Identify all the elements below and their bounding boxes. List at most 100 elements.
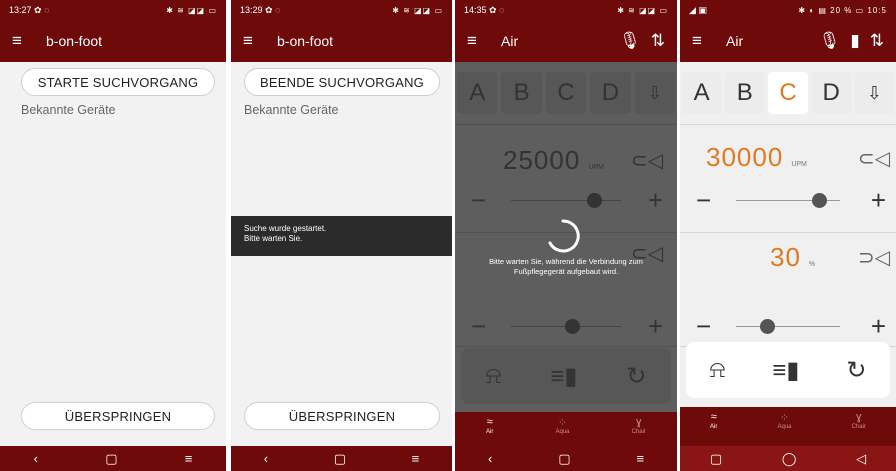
program-a[interactable]: A <box>682 72 722 114</box>
program-d[interactable]: D <box>811 72 851 114</box>
divider <box>455 346 677 347</box>
recent-icon[interactable]: ≡ <box>185 451 193 466</box>
app-bar: ≡ Air 🎙 ⇅ <box>455 20 677 62</box>
app-bar: ≡ Air 🎙 ▮ ⇅ <box>680 20 896 62</box>
plus-icon[interactable]: + <box>648 185 663 215</box>
slider-track[interactable] <box>736 326 840 327</box>
download-icon[interactable]: ⇩ <box>634 72 676 114</box>
bottom-tab-bar: ≈ Air ⁘ Aqua ɣ Chair <box>455 412 677 446</box>
speed-value: 30000 <box>706 142 784 172</box>
program-b[interactable]: B <box>725 72 765 114</box>
slider-knob[interactable] <box>564 319 580 334</box>
tab-air-label: Air <box>486 429 494 435</box>
microphone-icon[interactable]: 🎙 <box>819 31 841 51</box>
screen-4-control: ◢ ▣ ✱ ◐ ▤ 20 % ▭ 10:5 ≡ Air 🎙 ▮ ⇅ A B C … <box>680 0 896 471</box>
air-icon: ≈ <box>486 416 493 428</box>
speed-slider[interactable]: − + <box>680 185 896 215</box>
divider <box>680 232 896 233</box>
recent-icon[interactable]: ≡ <box>412 451 420 466</box>
known-devices-label: Bekannte Geräte <box>244 103 339 117</box>
tab-aqua[interactable]: ⁘ Aqua <box>555 412 569 435</box>
sort-icon[interactable]: ⇅ <box>651 31 665 51</box>
back-icon[interactable]: ‹ <box>264 451 268 466</box>
tab-chair[interactable]: ɣ Chair <box>852 407 866 430</box>
tab-chair[interactable]: ɣ Chair <box>632 412 646 435</box>
program-d[interactable]: D <box>590 72 631 114</box>
app-title: Air <box>501 33 519 49</box>
app-bar: ≡ b-on-foot <box>0 20 226 62</box>
minus-icon[interactable]: − <box>471 185 486 215</box>
back-icon[interactable]: ‹ <box>34 451 38 466</box>
program-c[interactable]: C <box>768 72 808 114</box>
plus-icon[interactable]: + <box>871 311 886 341</box>
screen-3-connecting: 14:35 ✿ ◌ ✱ ≋ ◪◪ ▭ ≡ Air 🎙 ⇅ A B C D ⇩ 2… <box>455 0 677 471</box>
status-icons: ✱ ≋ ◪◪ ▭ <box>166 5 217 15</box>
known-devices-label: Bekannte Geräte <box>21 103 116 117</box>
chair-icon: ɣ <box>856 411 862 423</box>
clock: 14:35 <box>464 4 487 15</box>
rotate-icon[interactable]: ↻ <box>626 362 646 391</box>
slider-knob[interactable] <box>760 319 776 334</box>
program-a[interactable]: A <box>457 72 498 114</box>
status-bar: 13:29 ✿ ◌ ✱ ≋ ◪◪ ▭ <box>231 0 452 20</box>
percent-slider[interactable]: − + <box>680 311 896 341</box>
minus-icon[interactable]: − <box>696 311 711 341</box>
program-c[interactable]: C <box>545 72 587 114</box>
system-nav-bar: ▢ ◯ ◁ <box>680 446 896 471</box>
rotate-icon[interactable]: ↻ <box>846 356 866 385</box>
menu-icon[interactable]: ≡ <box>467 31 489 51</box>
slider-knob[interactable] <box>586 193 602 208</box>
screen-1-device-search: 13:27 ✿ ◌ ✱ ≋ ◪◪ ▭ ≡ b-on-foot STARTE SU… <box>0 0 226 471</box>
battery-icon: ▮ <box>850 31 860 50</box>
app-title: Air <box>726 33 744 49</box>
tool-buttons: ⍾ ≡▮ ↻ <box>461 348 671 404</box>
home-icon[interactable]: ▢ <box>334 451 346 467</box>
plus-icon[interactable]: + <box>871 185 886 215</box>
system-nav-bar: ‹ ▢ ≡ <box>0 446 226 471</box>
lamp-icon[interactable]: ⍾ <box>485 362 501 390</box>
skip-button[interactable]: ÜBERSPRINGEN <box>21 402 215 430</box>
speed-unit: UPM <box>791 161 807 168</box>
tab-air[interactable]: ≈ Air <box>486 412 493 435</box>
back-icon[interactable]: ◁ <box>856 451 866 467</box>
menu-icon[interactable]: ≡ <box>243 31 265 51</box>
tab-aqua[interactable]: ⁘ Aqua <box>777 407 791 430</box>
handpiece-icon: ⊂◁ <box>857 148 890 170</box>
stop-search-button[interactable]: BEENDE SUCHVORGANG <box>244 68 440 96</box>
home-icon[interactable]: ◯ <box>782 451 797 467</box>
minus-icon[interactable]: − <box>696 185 711 215</box>
slider-track[interactable] <box>511 200 621 201</box>
connecting-message: Bitte warten Sie, während die Verbindung… <box>461 257 671 277</box>
recent-icon[interactable]: ▢ <box>710 451 722 467</box>
menu-icon[interactable]: ≡ <box>12 31 34 51</box>
menu-icon[interactable]: ≡ <box>692 31 714 51</box>
start-search-button[interactable]: STARTE SUCHVORGANG <box>21 68 215 96</box>
recent-icon[interactable]: ≡ <box>636 451 644 466</box>
home-icon[interactable]: ▢ <box>105 451 117 467</box>
back-icon[interactable]: ‹ <box>488 451 492 466</box>
lamp-icon[interactable]: ⍾ <box>709 356 725 384</box>
percent-slider[interactable]: − + <box>455 311 677 341</box>
tab-chair-label: Chair <box>851 424 866 430</box>
clock: 13:29 <box>240 4 263 15</box>
slider-knob[interactable] <box>812 193 828 208</box>
app-title: b-on-foot <box>277 33 334 49</box>
sort-icon[interactable]: ⇅ <box>870 31 884 51</box>
microphone-icon[interactable]: 🎙 <box>619 31 641 51</box>
light-icon[interactable]: ≡▮ <box>772 356 799 385</box>
plus-icon[interactable]: + <box>648 311 663 341</box>
light-icon[interactable]: ≡▮ <box>550 362 577 391</box>
tab-air[interactable]: ≈ Air <box>710 407 717 430</box>
program-b[interactable]: B <box>501 72 542 114</box>
speed-slider[interactable]: − + <box>455 185 677 215</box>
home-icon[interactable]: ▢ <box>558 451 570 467</box>
download-icon[interactable]: ⇩ <box>854 72 895 114</box>
status-bar: ◢ ▣ ✱ ◐ ▤ 20 % ▭ 10:5 <box>680 0 896 20</box>
spinner-icon <box>548 219 580 253</box>
minus-icon[interactable]: − <box>471 311 486 341</box>
tab-chair-label: Chair <box>631 429 646 435</box>
skip-button[interactable]: ÜBERSPRINGEN <box>244 402 440 430</box>
screen-2-searching: 13:29 ✿ ◌ ✱ ≋ ◪◪ ▭ ≡ b-on-foot BEENDE SU… <box>231 0 452 471</box>
program-selector: A B C D ⇩ <box>680 72 896 114</box>
status-icons: ✱ ≋ ◪◪ ▭ <box>617 5 668 15</box>
